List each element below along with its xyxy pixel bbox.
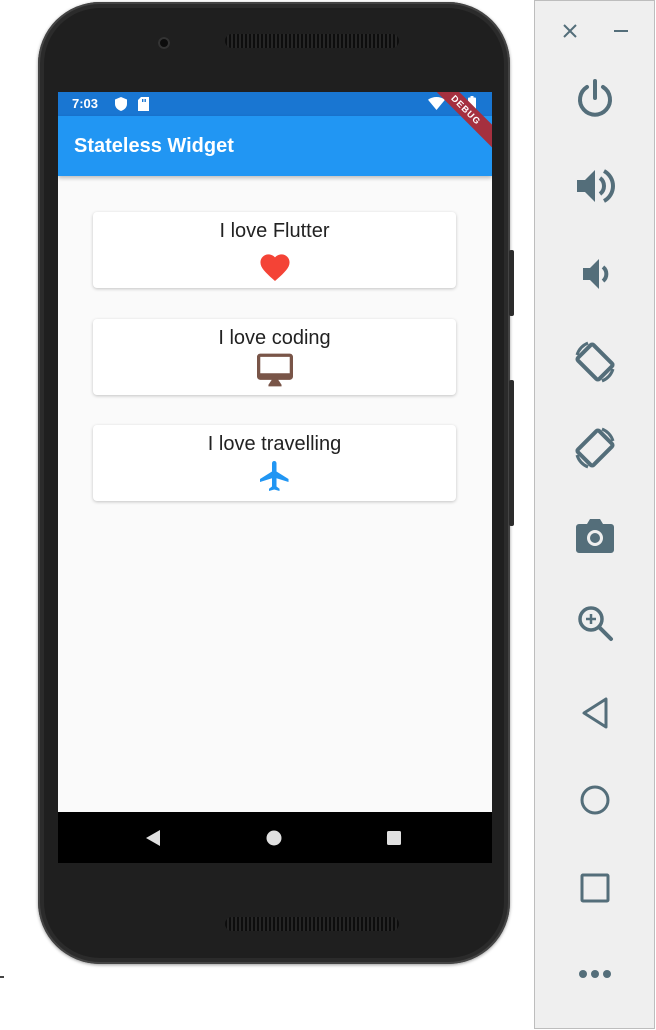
volume-up-icon: [576, 169, 615, 203]
bottom-speaker: [225, 917, 399, 931]
volume-down-icon: [582, 259, 608, 289]
back-icon[interactable]: [145, 830, 161, 846]
app-bar: Stateless Widget: [58, 116, 492, 176]
sd-card-icon: [138, 97, 149, 111]
minimize-icon[interactable]: [614, 30, 628, 32]
back-icon: [582, 697, 607, 729]
home-icon: [580, 785, 609, 815]
volume-up-button[interactable]: [535, 166, 654, 206]
power-button[interactable]: [535, 78, 654, 118]
card-label: I love coding: [218, 327, 331, 349]
screenshot-button[interactable]: [535, 518, 654, 554]
recents-icon[interactable]: [386, 830, 402, 846]
back-button[interactable]: [535, 696, 654, 730]
heart-icon: [259, 254, 290, 282]
stray-mark: [0, 976, 4, 978]
volume-key[interactable]: [509, 380, 514, 526]
close-icon[interactable]: [563, 24, 577, 38]
power-key[interactable]: [509, 250, 514, 316]
power-icon: [577, 79, 612, 117]
zoom-button[interactable]: [535, 604, 654, 642]
system-nav-bar: [58, 812, 492, 863]
desktop-icon: [256, 353, 293, 387]
rotate-left-icon: [574, 341, 615, 383]
home-button[interactable]: [535, 784, 654, 816]
screenshot-icon: [575, 519, 614, 553]
card-flutter: I love Flutter: [93, 212, 456, 288]
status-time: 7:03: [72, 96, 99, 111]
phone-screen: 7:03 Stateless Widget DEBUG I love Flutt…: [58, 92, 492, 863]
app-bar-title: Stateless Widget: [74, 135, 234, 157]
rotate-left-button[interactable]: [535, 339, 654, 385]
rotate-right-button[interactable]: [535, 425, 654, 471]
shield-icon: [115, 97, 127, 111]
overview-button[interactable]: [535, 872, 654, 904]
overview-icon: [580, 873, 609, 903]
card-coding: I love coding: [93, 319, 456, 395]
volume-down-button[interactable]: [535, 254, 654, 294]
emulator-toolbar: [534, 0, 655, 1029]
rotate-right-icon: [574, 427, 615, 469]
top-speaker: [225, 34, 399, 48]
home-icon[interactable]: [266, 830, 282, 846]
more-icon: [578, 970, 611, 978]
front-camera: [158, 37, 170, 49]
card-label: I love Flutter: [219, 220, 330, 242]
status-bar: 7:03: [58, 92, 492, 116]
wifi-icon: [428, 97, 445, 110]
card-travelling: I love travelling: [93, 425, 456, 501]
airplane-icon: [259, 461, 288, 491]
more-button[interactable]: [535, 969, 654, 979]
zoom-icon: [577, 606, 613, 641]
card-label: I love travelling: [207, 433, 342, 455]
